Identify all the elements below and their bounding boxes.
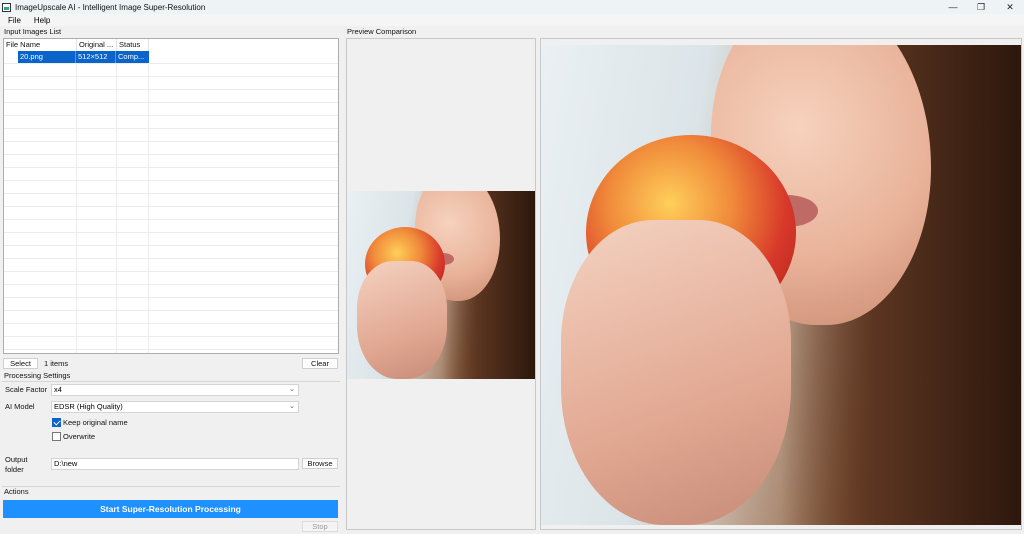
- scale-factor-value: x4: [54, 385, 62, 394]
- grid-line: [4, 181, 338, 194]
- processing-settings-label: Processing Settings: [4, 371, 70, 380]
- divider: [2, 381, 340, 382]
- title-bar: ImageUpscale AI - Intelligent Image Supe…: [0, 0, 1024, 14]
- scale-factor-label: Scale Factor: [5, 385, 47, 394]
- maximize-button[interactable]: ❐: [966, 0, 996, 14]
- column-header-file-name[interactable]: File Name: [4, 39, 77, 51]
- grid-line: [4, 77, 338, 90]
- ai-model-label: AI Model: [5, 402, 35, 411]
- window-title: ImageUpscale AI - Intelligent Image Supe…: [15, 3, 205, 12]
- grid-line: [4, 298, 338, 311]
- overwrite-checkbox[interactable]: [52, 432, 61, 441]
- hand-shape: [561, 220, 791, 525]
- column-header-status[interactable]: Status: [117, 39, 149, 51]
- grid-line: [4, 285, 338, 298]
- grid-line: [4, 246, 338, 259]
- overwrite-label: Overwrite: [63, 432, 95, 441]
- grid-line: [4, 90, 338, 103]
- menu-help[interactable]: Help: [26, 16, 55, 25]
- original-preview-pane: [346, 38, 536, 530]
- preview-comparison-label: Preview Comparison: [347, 27, 416, 36]
- actions-label: Actions: [4, 487, 29, 496]
- keep-original-name-checkbox[interactable]: [52, 418, 61, 427]
- grid-line: [4, 259, 338, 272]
- select-button[interactable]: Select: [3, 358, 38, 369]
- input-images-label: Input Images List: [4, 27, 61, 36]
- output-folder-label: Output folder: [5, 455, 45, 475]
- grid-line: [4, 129, 338, 142]
- chevron-down-icon: ⌄: [289, 402, 295, 412]
- browse-button[interactable]: Browse: [302, 458, 338, 469]
- grid-line: [4, 233, 338, 246]
- keep-original-name-label: Keep original name: [63, 418, 128, 427]
- minimize-button[interactable]: —: [938, 0, 968, 14]
- original-image: [347, 191, 535, 379]
- column-header-original[interactable]: Original ...: [77, 39, 117, 51]
- output-folder-input[interactable]: D:\new: [51, 458, 299, 470]
- menu-file[interactable]: File: [0, 16, 26, 25]
- grid-line: [4, 142, 338, 155]
- divider: [2, 486, 340, 487]
- menu-bar: File Help: [0, 14, 1024, 26]
- grid-line: [4, 337, 338, 350]
- grid-line: [4, 168, 338, 181]
- grid-line: [4, 220, 338, 233]
- grid-line: [4, 324, 338, 337]
- cell-file-name: 20.png: [18, 51, 76, 63]
- input-images-table[interactable]: File Name Original ... Status 20.png 512…: [3, 38, 339, 354]
- grid-line: [4, 207, 338, 220]
- table-row[interactable]: 20.png 512×512 Comp...: [18, 51, 149, 63]
- grid-line: [4, 103, 338, 116]
- grid-line: [4, 116, 338, 129]
- ai-model-select[interactable]: EDSR (High Quality) ⌄: [51, 401, 299, 413]
- upscaled-image: [541, 45, 1022, 525]
- app-icon: [2, 3, 11, 12]
- grid-line: [4, 64, 338, 77]
- close-button[interactable]: ✕: [995, 0, 1024, 14]
- start-processing-button[interactable]: Start Super-Resolution Processing: [3, 500, 338, 518]
- scale-factor-select[interactable]: x4 ⌄: [51, 384, 299, 396]
- hand-shape: [357, 261, 447, 379]
- cell-original-size: 512×512: [76, 51, 116, 63]
- item-count: 1 items: [44, 359, 68, 368]
- upscaled-preview-pane: [540, 38, 1022, 530]
- cell-status: Comp...: [116, 51, 149, 63]
- clear-button[interactable]: Clear: [302, 358, 338, 369]
- grid-line: [4, 194, 338, 207]
- grid-line: [4, 155, 338, 168]
- grid-line: [4, 272, 338, 285]
- chevron-down-icon: ⌄: [289, 385, 295, 395]
- stop-button[interactable]: Stop: [302, 521, 338, 532]
- ai-model-value: EDSR (High Quality): [54, 402, 123, 411]
- grid-line: [4, 311, 338, 324]
